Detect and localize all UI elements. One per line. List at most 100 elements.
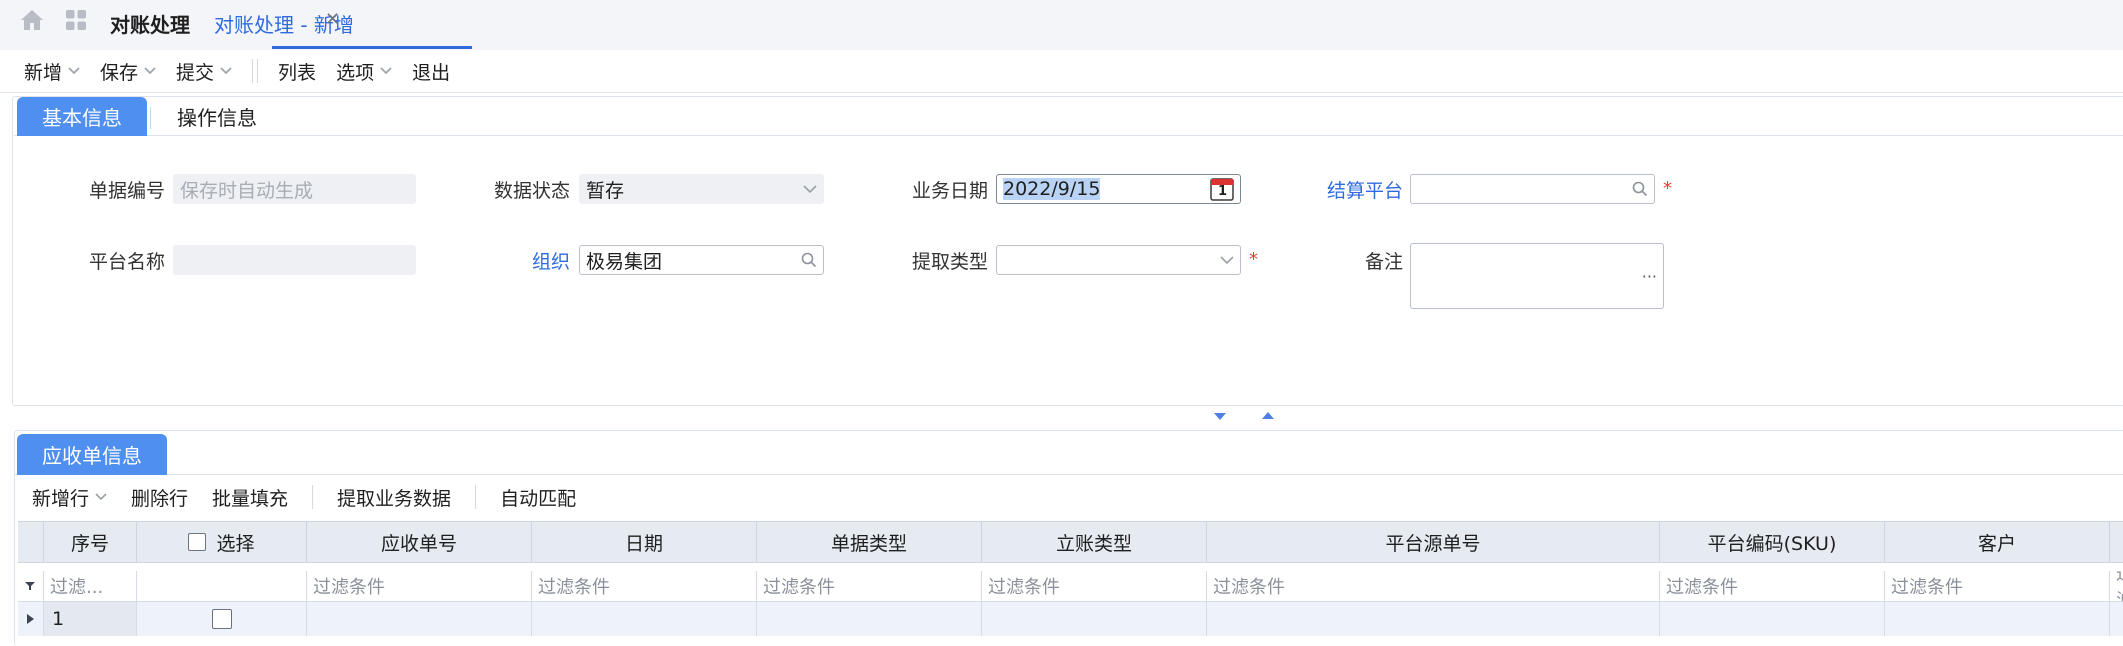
- filter-icon[interactable]: [18, 571, 44, 601]
- filter-doc-type[interactable]: 过滤条件: [757, 571, 982, 601]
- grid-filter-row: 过滤... 过滤条件 过滤条件 过滤条件 过滤条件 过滤条件 过滤条件 过滤条件…: [18, 571, 2123, 602]
- column-header-doc-type[interactable]: 单据类型: [757, 522, 982, 562]
- options-button[interactable]: 选项: [336, 58, 392, 85]
- toolbar-divider: [312, 485, 314, 509]
- main-toolbar: 新增 保存 提交 列表 选项 退出: [0, 50, 2123, 93]
- filter-platform-sku[interactable]: 过滤条件: [1660, 571, 1885, 601]
- filter-date[interactable]: 过滤条件: [532, 571, 757, 601]
- org-field[interactable]: 极易集团: [579, 245, 824, 275]
- add-row-label: 新增行: [32, 487, 90, 510]
- select-all-checkbox[interactable]: [188, 533, 207, 551]
- cell-platform-source-no[interactable]: [1207, 602, 1660, 636]
- platform-label[interactable]: 结算平台: [1283, 176, 1403, 203]
- remark-textarea[interactable]: ···: [1410, 243, 1664, 309]
- list-label: 列表: [278, 61, 317, 84]
- status-value: 暂存: [586, 179, 625, 202]
- tab-divider: [150, 107, 151, 129]
- column-header-seq[interactable]: 序号: [44, 522, 137, 562]
- cell-receivable-no[interactable]: [307, 602, 532, 636]
- delete-row-button[interactable]: 删除行: [131, 484, 188, 511]
- tab-reconciliation[interactable]: 对账处理: [110, 9, 190, 38]
- filter-overflow[interactable]: 过滤: [2110, 571, 2123, 601]
- save-label: 保存: [100, 61, 139, 84]
- row-select-checkbox[interactable]: [211, 609, 232, 629]
- chevron-down-icon: [1220, 255, 1234, 265]
- biz-date-value: 2022/9/15: [1003, 178, 1101, 200]
- active-tab-indicator: [272, 46, 472, 49]
- chevron-down-icon: [95, 493, 107, 501]
- remark-label: 备注: [1364, 251, 1403, 273]
- auto-match-label: 自动匹配: [500, 487, 577, 510]
- doc-no-field[interactable]: 保存时自动生成: [173, 174, 416, 204]
- biz-date-field[interactable]: 2022/9/15 1: [996, 174, 1241, 204]
- column-header-date[interactable]: 日期: [532, 522, 757, 562]
- cell-account-type[interactable]: [982, 602, 1207, 636]
- search-icon[interactable]: [1632, 181, 1648, 197]
- extract-type-select[interactable]: [996, 245, 1241, 275]
- table-row[interactable]: 1: [18, 602, 2123, 636]
- org-value: 极易集团: [586, 250, 663, 273]
- tab-baseline: [14, 135, 2123, 136]
- cell-platform-sku[interactable]: [1660, 602, 1885, 636]
- row-select-cell[interactable]: [137, 602, 307, 636]
- delete-row-label: 删除行: [131, 487, 189, 510]
- column-header-platform-sku[interactable]: 平台编码(SKU): [1660, 522, 1885, 562]
- row-seq: 1: [44, 602, 137, 636]
- search-icon[interactable]: [801, 252, 817, 268]
- submit-button[interactable]: 提交: [176, 58, 232, 85]
- column-header-account-type[interactable]: 立账类型: [982, 522, 1207, 562]
- new-label: 新增: [24, 61, 63, 84]
- column-header-receivable-no[interactable]: 应收单号: [307, 522, 532, 562]
- row-indicator-header: [18, 522, 44, 562]
- platform-field[interactable]: [1410, 174, 1655, 204]
- grid-icon[interactable]: [65, 9, 87, 31]
- more-icon[interactable]: ···: [1642, 267, 1657, 286]
- status-select[interactable]: 暂存: [579, 174, 824, 204]
- cell-customer[interactable]: [1885, 602, 2110, 636]
- cell-overflow: [2110, 602, 2123, 636]
- column-header-platform-source-no[interactable]: 平台源单号: [1207, 522, 1660, 562]
- column-header-select[interactable]: 选择: [137, 522, 307, 562]
- filter-customer[interactable]: 过滤条件: [1885, 571, 2110, 601]
- chevron-down-icon: [220, 67, 232, 75]
- toolbar-divider: [252, 59, 259, 83]
- home-icon[interactable]: [20, 9, 44, 31]
- grid-header-row: 序号 选择 应收单号 日期 单据类型 立账类型 平台源单号 平台编码(SKU) …: [18, 521, 2123, 563]
- cell-date[interactable]: [532, 602, 757, 636]
- exit-label: 退出: [412, 61, 451, 84]
- filter-platform-source-no[interactable]: 过滤条件: [1207, 571, 1660, 601]
- new-button[interactable]: 新增: [24, 58, 80, 85]
- list-button[interactable]: 列表: [278, 58, 316, 85]
- close-tab-icon[interactable]: ✕: [325, 9, 340, 30]
- biz-date-label: 业务日期: [911, 180, 988, 202]
- collapse-down-icon[interactable]: [1213, 412, 1227, 421]
- filter-account-type[interactable]: 过滤条件: [982, 571, 1207, 601]
- options-label: 选项: [336, 61, 375, 84]
- platform-name-field[interactable]: [173, 245, 416, 275]
- tab-basic-info[interactable]: 基本信息: [17, 97, 147, 136]
- column-header-customer[interactable]: 客户: [1885, 522, 2110, 562]
- org-label[interactable]: 组织: [450, 247, 570, 274]
- collapse-up-icon[interactable]: [1261, 411, 1275, 420]
- add-row-button[interactable]: 新增行: [32, 484, 107, 511]
- auto-match-button[interactable]: 自动匹配: [500, 484, 576, 511]
- doc-no-label: 单据编号: [88, 180, 165, 202]
- filter-receivable-no[interactable]: 过滤条件: [307, 571, 532, 601]
- extract-type-required-mark: *: [1249, 249, 1258, 270]
- toolbar-divider: [475, 485, 477, 509]
- extract-data-label: 提取业务数据: [337, 487, 452, 510]
- tab-receivable-info[interactable]: 应收单信息: [17, 434, 167, 475]
- exit-button[interactable]: 退出: [412, 58, 450, 85]
- extract-data-button[interactable]: 提取业务数据: [337, 484, 451, 511]
- column-header-overflow: [2110, 522, 2123, 562]
- calendar-icon[interactable]: 1: [1210, 177, 1234, 201]
- batch-fill-button[interactable]: 批量填充: [212, 484, 288, 511]
- cell-doc-type[interactable]: [757, 602, 982, 636]
- chevron-down-icon: [68, 67, 80, 75]
- tab-operation-info[interactable]: 操作信息: [162, 97, 272, 136]
- submit-label: 提交: [176, 61, 215, 84]
- calendar-day: 1: [1218, 184, 1228, 199]
- filter-seq[interactable]: 过滤...: [44, 571, 137, 601]
- save-button[interactable]: 保存: [100, 58, 156, 85]
- status-label: 数据状态: [493, 180, 570, 202]
